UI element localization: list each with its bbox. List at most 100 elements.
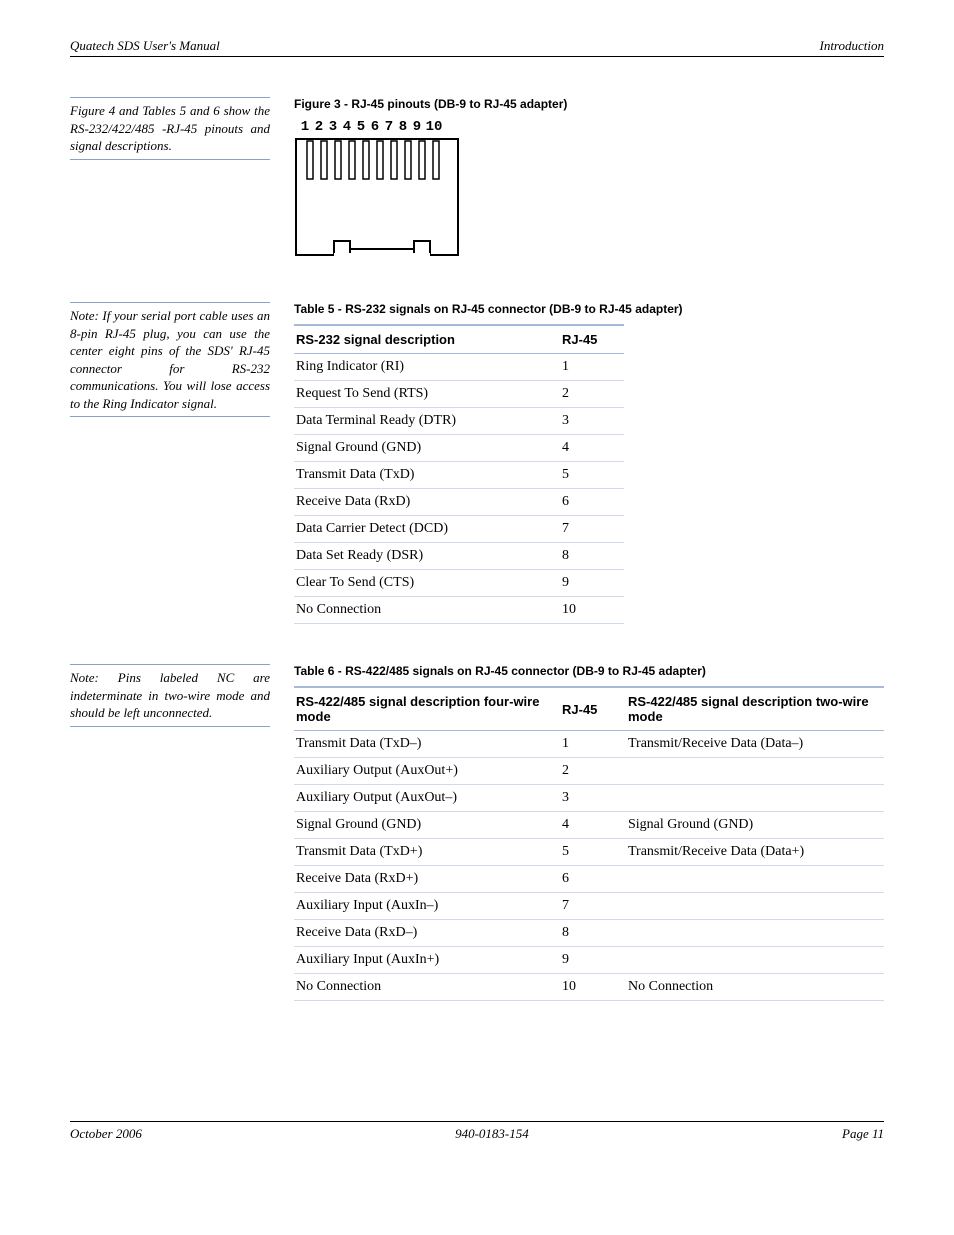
table-cell: 6: [560, 866, 626, 893]
table-row: Transmit Data (TxD–)1Transmit/Receive Da…: [294, 731, 884, 758]
table-cell: Signal Ground (GND): [294, 812, 560, 839]
table-cell: Receive Data (RxD–): [294, 920, 560, 947]
table-cell: Receive Data (RxD): [294, 489, 560, 516]
table-cell: [626, 785, 884, 812]
table-row: No Connection10No Connection: [294, 974, 884, 1001]
table-row: Auxiliary Input (AuxIn+)9: [294, 947, 884, 974]
table-row: Receive Data (RxD)6: [294, 489, 624, 516]
table-row: Transmit Data (TxD+)5Transmit/Receive Da…: [294, 839, 884, 866]
table-row: Auxiliary Output (AuxOut–)3: [294, 785, 884, 812]
table-cell: Transmit Data (TxD+): [294, 839, 560, 866]
table-cell: 4: [560, 435, 624, 462]
table-cell: 8: [560, 543, 624, 570]
table-cell: Request To Send (RTS): [294, 381, 560, 408]
table-cell: Signal Ground (GND): [294, 435, 560, 462]
column-header: RS-422/485 signal description two-wire m…: [626, 687, 884, 731]
table-cell: 1: [560, 354, 624, 381]
table-cell: 2: [560, 758, 626, 785]
rj45-diagram: 12345678910: [294, 119, 460, 262]
footer-left: October 2006: [70, 1126, 142, 1142]
table-row: Receive Data (RxD+)6: [294, 866, 884, 893]
table-cell: 7: [560, 893, 626, 920]
table-cell: 7: [560, 516, 624, 543]
header-left: Quatech SDS User's Manual: [70, 38, 220, 54]
pin-number: 5: [354, 119, 368, 135]
running-footer: October 2006 940-0183-154 Page 11: [70, 1121, 884, 1142]
table-row: Auxiliary Input (AuxIn–)7: [294, 893, 884, 920]
pin-number: 2: [312, 119, 326, 135]
pin-number: 10: [424, 119, 444, 135]
footer-center: 940-0183-154: [455, 1126, 529, 1142]
sidenote-8pin: Note: If your serial port cable uses an …: [70, 302, 270, 417]
table-cell: 9: [560, 947, 626, 974]
table-cell: Auxiliary Input (AuxIn–): [294, 893, 560, 920]
figure3-caption: Figure 3 - RJ-45 pinouts (DB-9 to RJ-45 …: [294, 97, 884, 111]
table-cell: [626, 893, 884, 920]
table-row: Data Set Ready (DSR)8: [294, 543, 624, 570]
pin-number: 3: [326, 119, 340, 135]
table-cell: No Connection: [294, 597, 560, 624]
table-cell: Transmit/Receive Data (Data+): [626, 839, 884, 866]
sidenote-figure4: Figure 4 and Tables 5 and 6 show the RS-…: [70, 97, 270, 160]
table-cell: 5: [560, 839, 626, 866]
pin-number: 8: [396, 119, 410, 135]
rj45-jack-icon: [294, 137, 460, 257]
table-cell: 3: [560, 785, 626, 812]
table-cell: 10: [560, 597, 624, 624]
table-cell: Data Carrier Detect (DCD): [294, 516, 560, 543]
table-cell: Ring Indicator (RI): [294, 354, 560, 381]
table5: RS-232 signal descriptionRJ-45 Ring Indi…: [294, 324, 624, 624]
table-cell: No Connection: [294, 974, 560, 1001]
table-cell: 1: [560, 731, 626, 758]
pin-number: 6: [368, 119, 382, 135]
table-cell: Clear To Send (CTS): [294, 570, 560, 597]
table-row: Ring Indicator (RI)1: [294, 354, 624, 381]
table-cell: Auxiliary Input (AuxIn+): [294, 947, 560, 974]
running-header: Quatech SDS User's Manual Introduction: [70, 38, 884, 57]
table-cell: [626, 866, 884, 893]
table-row: Auxiliary Output (AuxOut+)2: [294, 758, 884, 785]
pin-number: 4: [340, 119, 354, 135]
table5-caption: Table 5 - RS-232 signals on RJ-45 connec…: [294, 302, 884, 316]
table-cell: Data Terminal Ready (DTR): [294, 408, 560, 435]
table-cell: Receive Data (RxD+): [294, 866, 560, 893]
table-row: No Connection10: [294, 597, 624, 624]
table-cell: Transmit/Receive Data (Data–): [626, 731, 884, 758]
table-cell: 6: [560, 489, 624, 516]
table-cell: [626, 758, 884, 785]
table-row: Transmit Data (TxD)5: [294, 462, 624, 489]
table-cell: [626, 947, 884, 974]
table-cell: Transmit Data (TxD–): [294, 731, 560, 758]
table-row: Clear To Send (CTS)9: [294, 570, 624, 597]
table-row: Data Terminal Ready (DTR)3: [294, 408, 624, 435]
table-cell: 4: [560, 812, 626, 839]
table-cell: No Connection: [626, 974, 884, 1001]
column-header: RJ-45: [560, 325, 624, 354]
table-row: Request To Send (RTS)2: [294, 381, 624, 408]
header-right: Introduction: [819, 38, 884, 54]
table-row: Signal Ground (GND)4: [294, 435, 624, 462]
table-row: Data Carrier Detect (DCD)7: [294, 516, 624, 543]
table-cell: 9: [560, 570, 624, 597]
column-header: RS-422/485 signal description four-wire …: [294, 687, 560, 731]
table-cell: Transmit Data (TxD): [294, 462, 560, 489]
column-header: RJ-45: [560, 687, 626, 731]
pin-number: 9: [410, 119, 424, 135]
column-header: RS-232 signal description: [294, 325, 560, 354]
table-cell: [626, 920, 884, 947]
table-cell: Auxiliary Output (AuxOut–): [294, 785, 560, 812]
table-cell: Auxiliary Output (AuxOut+): [294, 758, 560, 785]
table-cell: 2: [560, 381, 624, 408]
table-cell: Signal Ground (GND): [626, 812, 884, 839]
table6-caption: Table 6 - RS-422/485 signals on RJ-45 co…: [294, 664, 884, 678]
table-cell: 3: [560, 408, 624, 435]
pin-number: 7: [382, 119, 396, 135]
table-cell: 10: [560, 974, 626, 1001]
table-cell: Data Set Ready (DSR): [294, 543, 560, 570]
table-row: Signal Ground (GND)4Signal Ground (GND): [294, 812, 884, 839]
table6: RS-422/485 signal description four-wire …: [294, 686, 884, 1001]
table-cell: 5: [560, 462, 624, 489]
footer-right: Page 11: [842, 1126, 884, 1142]
table-row: Receive Data (RxD–)8: [294, 920, 884, 947]
table-cell: 8: [560, 920, 626, 947]
